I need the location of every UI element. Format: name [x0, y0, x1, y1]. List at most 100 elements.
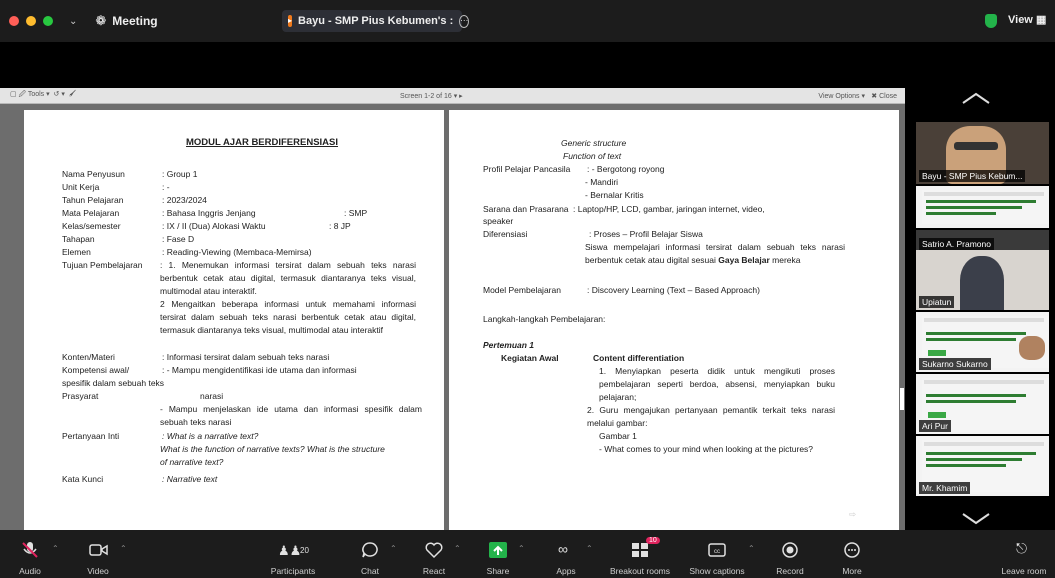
- participant-name: Satrio A. Pramono: [919, 238, 994, 250]
- slide-header: [924, 442, 1044, 446]
- konten-value: : Informasi tersirat dalam sebuah teks n…: [162, 352, 330, 362]
- react-label: React: [422, 566, 446, 576]
- screen-share-indicator[interactable]: ▸ Bayu - SMP Pius Kebumen's : ···: [282, 10, 470, 32]
- breakout-label: Breakout rooms: [610, 566, 670, 576]
- meeting-people-icon: ❁: [95, 13, 107, 28]
- audio-options-caret[interactable]: ⌃: [52, 544, 59, 553]
- kegiatan-awal-heading: Kegiatan Awal: [501, 353, 559, 363]
- meeting-title: Meeting: [112, 14, 158, 28]
- profil-value-3: - Bernalar Kritis: [585, 190, 644, 200]
- slide-text-line: [926, 458, 1022, 461]
- scroll-down-icon[interactable]: [960, 512, 992, 526]
- participant-video: [1019, 336, 1045, 360]
- view-options-button[interactable]: View Options ▾: [818, 92, 865, 100]
- field-value: : -: [162, 182, 170, 192]
- minimize-window-button[interactable]: [26, 16, 36, 26]
- more-button[interactable]: More: [834, 530, 870, 578]
- field-label: Nama Penyusun: [62, 169, 125, 179]
- pertemuan-heading: Pertemuan 1: [483, 340, 535, 350]
- video-gallery-panel: Bayu - SMP Pius Kebum... Satrio A. Pramo…: [910, 88, 1055, 530]
- share-options-caret[interactable]: ⌃: [518, 544, 525, 553]
- maximize-window-button[interactable]: [43, 16, 53, 26]
- slide-text-line: [926, 338, 1016, 341]
- field-label: Tahapan: [62, 234, 95, 244]
- kompetensi-continuation: spesifik dalam sebuah teks: [62, 378, 165, 388]
- record-button[interactable]: Record: [772, 530, 808, 578]
- konten-label: Konten/Materi: [62, 352, 115, 362]
- slide-header: [924, 192, 1044, 196]
- svg-text:cc: cc: [714, 549, 720, 555]
- viewer-tools-menu[interactable]: ▢ 🖉 Tools ▾ ↺ ▾ 🖌: [10, 90, 76, 101]
- share-button[interactable]: Share: [480, 530, 516, 578]
- breakout-rooms-icon: [632, 543, 648, 557]
- field-label: Kelas/semester: [62, 221, 121, 231]
- close-window-button[interactable]: [9, 16, 19, 26]
- video-tile-upiatun[interactable]: Upiatun: [916, 250, 1049, 310]
- field-label: Elemen: [62, 247, 91, 257]
- participants-label: Participants: [270, 566, 316, 576]
- slide-button: [928, 350, 946, 356]
- viewer-close-button[interactable]: ✖ Close: [871, 92, 897, 100]
- field-label: Tahun Pelajaran: [62, 195, 124, 205]
- captions-options-caret[interactable]: ⌃: [748, 544, 755, 553]
- field-value: : 2023/2024: [162, 195, 207, 205]
- field-label: Mata Pelajaran: [62, 208, 120, 218]
- audio-label: Audio: [19, 566, 41, 576]
- video-tile-sukarno[interactable]: Sukarno Sukarno: [916, 312, 1049, 372]
- video-options-caret[interactable]: ⌃: [120, 544, 127, 553]
- video-tile-satrio[interactable]: Satrio A. Pramono: [916, 230, 1049, 252]
- screen-page-indicator[interactable]: Screen 1-2 of 16 ▾ ▸: [400, 92, 463, 100]
- apps-options-caret[interactable]: ⌃: [586, 544, 593, 553]
- document-page-left: MODUL AJAR BERDIFERENSIASI Nama Penyusun…: [24, 110, 444, 530]
- apps-button[interactable]: ∞ Apps: [548, 530, 584, 578]
- more-options-icon[interactable]: ···: [459, 14, 470, 28]
- sarana-continuation: speaker: [483, 216, 514, 226]
- share-screen-icon: ▸: [288, 15, 293, 27]
- kompetensi-label: Kompetensi awal/: [62, 365, 130, 375]
- chevron-down-icon[interactable]: ⌄: [69, 16, 77, 27]
- scroll-up-icon[interactable]: [960, 91, 992, 105]
- participant-name: Sukarno Sukarno: [919, 358, 991, 370]
- chat-bubble-icon: [362, 542, 378, 558]
- field-value: : Group 1: [162, 169, 198, 179]
- react-button[interactable]: React: [416, 530, 452, 578]
- slide-text-line: [926, 332, 1026, 335]
- slide-header: [924, 380, 1044, 384]
- breakout-badge: 10: [646, 537, 660, 544]
- langkah-heading: Langkah-langkah Pembelajaran:: [483, 314, 606, 324]
- audio-button[interactable]: Audio: [10, 530, 50, 578]
- scrollbar-thumb[interactable]: [900, 388, 904, 410]
- field-value: : Bahasa Inggris Jenjang: [162, 208, 256, 218]
- video-tile-bayu[interactable]: Bayu - SMP Pius Kebum...: [916, 122, 1049, 184]
- slide-header: [924, 318, 1044, 322]
- captions-label: Show captions: [689, 566, 745, 576]
- video-tile-khamim[interactable]: Mr. Khamim: [916, 436, 1049, 496]
- document-page-right: Generic structure Function of text Profi…: [449, 110, 899, 530]
- video-camera-icon: [89, 544, 108, 556]
- security-shield-icon[interactable]: [985, 14, 997, 28]
- slide-button: [928, 412, 946, 418]
- participant-video: [960, 256, 1004, 310]
- chat-options-caret[interactable]: ⌃: [390, 544, 397, 553]
- leave-room-button[interactable]: ⎋ Leave room: [996, 530, 1052, 578]
- slide-text-line: [926, 394, 1026, 397]
- profil-value-2: - Mandiri: [585, 177, 619, 187]
- function-of-text: Function of text: [563, 151, 622, 161]
- shared-screen: ▢ 🖉 Tools ▾ ↺ ▾ 🖌 Screen 1-2 of 16 ▾ ▸ V…: [0, 88, 905, 530]
- react-options-caret[interactable]: ⌃: [454, 544, 461, 553]
- breakout-rooms-button[interactable]: 10 Breakout rooms: [604, 530, 676, 578]
- share-title: Bayu - SMP Pius Kebumen's :: [298, 15, 454, 27]
- view-button[interactable]: View ▦: [1008, 13, 1046, 26]
- chat-button[interactable]: Chat: [352, 530, 388, 578]
- video-button[interactable]: Video: [76, 530, 120, 578]
- participants-button[interactable]: ♟♟ 20 Participants: [258, 530, 328, 578]
- profil-value-1: : - Bergotong royong: [587, 164, 665, 174]
- chat-label: Chat: [361, 566, 379, 576]
- generic-structure: Generic structure: [561, 138, 627, 148]
- slide-text-line: [926, 452, 1036, 455]
- video-tile-ari[interactable]: Ari Pur: [916, 374, 1049, 434]
- video-tile-slide[interactable]: [916, 186, 1049, 228]
- show-captions-button[interactable]: cc Show captions: [686, 530, 748, 578]
- apps-icon: ∞: [558, 541, 568, 557]
- participants-count: 20: [300, 546, 309, 555]
